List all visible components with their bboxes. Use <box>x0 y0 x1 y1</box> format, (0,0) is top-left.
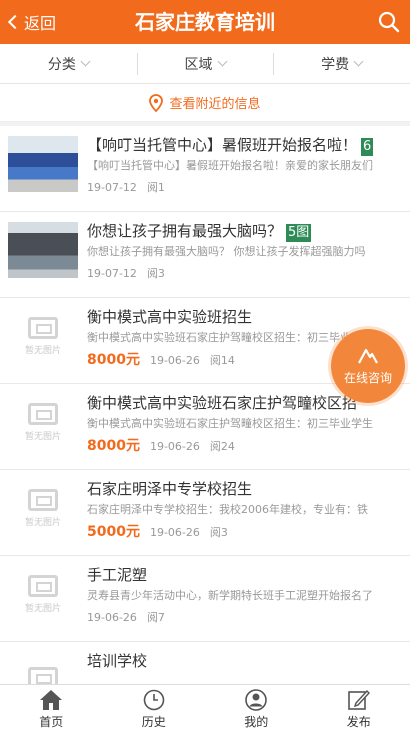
filter-label: 分类 <box>47 56 76 73</box>
item-date: 19-06-26 <box>149 526 200 539</box>
item-description: 石家庄明泽中专学校招生：我校2006年建校，专业有：铁 <box>87 503 368 516</box>
tab-label: 历史 <box>141 715 166 729</box>
item-date: 19-06-26 <box>149 440 200 453</box>
filter-category[interactable]: 分类 <box>0 44 137 83</box>
item-date: 19-07-12 <box>87 181 137 194</box>
tab-label: 我的 <box>244 715 269 729</box>
no-image-label: 暂无图片 <box>24 517 61 528</box>
photo-count-badge: 6 <box>361 138 374 156</box>
image-placeholder-icon <box>28 316 58 339</box>
item-description: 灵寿县青少年活动中心，新学期特长班手工泥塑开始报名了 <box>87 589 373 602</box>
item-title: 衡中模式高中实验班招生 <box>87 308 253 326</box>
image-placeholder-icon <box>28 488 58 511</box>
image-placeholder-icon <box>28 574 58 597</box>
consult-label: 在线咨询 <box>343 370 392 385</box>
no-image-label: 暂无图片 <box>24 603 61 614</box>
chevron-down-icon <box>217 56 227 67</box>
bottom-tab-bar: 首页 历史 我的 发布 <box>0 684 410 734</box>
item-views: 阅24 <box>209 440 235 453</box>
search-icon[interactable] <box>378 11 400 33</box>
home-icon <box>40 690 63 710</box>
item-price: 8000元 <box>87 352 140 368</box>
item-date: 19-07-12 <box>87 267 137 280</box>
tab-mine[interactable]: 我的 <box>205 685 308 734</box>
chevron-left-icon <box>7 14 23 30</box>
item-views: 阅14 <box>209 354 235 367</box>
item-title: 培训学校 <box>87 652 148 670</box>
item-date: 19-06-26 <box>149 354 200 367</box>
edit-icon <box>347 689 370 710</box>
item-thumbnail <box>8 136 78 192</box>
no-image-placeholder: 暂无图片 <box>8 480 78 536</box>
item-views: 阅1 <box>146 181 165 194</box>
list-item[interactable]: 暂无图片 石家庄明泽中专学校招生 石家庄明泽中专学校招生：我校2006年建校，专… <box>0 470 410 556</box>
item-meta: 19-07-12 阅1 <box>87 178 410 198</box>
list-item[interactable]: 你想让孩子拥有最强大脑吗？ 5图 你想让孩子拥有最强大脑吗？ 你想让孩子发挥超强脑… <box>0 212 410 298</box>
item-views: 阅7 <box>146 611 165 624</box>
item-meta: 19-06-26 阅7 <box>87 608 410 628</box>
no-image-placeholder: 暂无图片 <box>8 394 78 450</box>
no-image-label: 暂无图片 <box>24 345 61 356</box>
location-pin-icon <box>149 93 164 112</box>
item-meta: 19-07-12 阅3 <box>87 264 410 284</box>
back-label: 返回 <box>24 14 57 33</box>
tab-post[interactable]: 发布 <box>308 685 410 734</box>
tab-history[interactable]: 历史 <box>103 685 206 734</box>
item-description: 【响叮当托管中心】暑假班开始报名啦！亲爱的家长朋友们 <box>87 159 373 172</box>
item-price: 5000元 <box>87 524 140 540</box>
chevron-down-icon <box>353 56 364 67</box>
list-item[interactable]: 【响叮当托管中心】暑假班开始报名啦！ 6 【响叮当托管中心】暑假班开始报名啦！亲爱… <box>0 126 410 212</box>
no-image-placeholder: 暂无图片 <box>8 308 78 364</box>
filter-region[interactable]: 区域 <box>136 44 274 83</box>
tab-label: 首页 <box>39 715 64 729</box>
listing-list: 【响叮当托管中心】暑假班开始报名啦！ 6 【响叮当托管中心】暑假班开始报名啦！亲爱… <box>0 126 410 728</box>
nearby-label: 查看附近的信息 <box>169 97 261 112</box>
item-thumbnail <box>8 222 78 278</box>
filter-label: 学费 <box>321 56 350 73</box>
list-item[interactable]: 暂无图片 手工泥塑 灵寿县青少年活动中心，新学期特长班手工泥塑开始报名了 19-… <box>0 556 410 642</box>
header-bar: 返回 石家庄教育培训 <box>0 0 410 44</box>
tab-label: 发布 <box>346 715 371 729</box>
item-description: 衡中模式高中实验班石家庄护驾疃校区招生：初三毕业学生 <box>87 417 373 430</box>
filter-bar: 分类 区域 学费 <box>0 44 410 84</box>
item-meta: 8000元 19-06-26 阅24 <box>87 436 410 456</box>
chevron-down-icon <box>80 56 91 67</box>
item-views: 阅3 <box>146 267 165 280</box>
item-meta: 5000元 19-06-26 阅3 <box>87 522 410 542</box>
filter-tuition[interactable]: 学费 <box>273 44 410 83</box>
tab-home[interactable]: 首页 <box>0 685 103 734</box>
item-date: 19-06-26 <box>87 611 137 624</box>
item-price: 8000元 <box>87 438 140 454</box>
user-icon <box>245 689 268 711</box>
image-placeholder-icon <box>28 402 58 425</box>
item-title: 石家庄明泽中专学校招生 <box>87 480 253 498</box>
item-views: 阅3 <box>209 526 228 539</box>
photo-count-badge: 5图 <box>286 224 312 242</box>
nearby-link[interactable]: 查看附近的信息 <box>0 84 410 122</box>
online-consult-button[interactable]: 在线咨询 <box>331 329 405 403</box>
item-title: 你想让孩子拥有最强大脑吗？ 5图 <box>87 222 312 242</box>
back-button[interactable]: 返回 <box>6 0 56 44</box>
filter-label: 区域 <box>184 56 213 73</box>
chat-icon <box>358 348 378 364</box>
page-title: 石家庄教育培训 <box>135 10 275 34</box>
no-image-label: 暂无图片 <box>24 431 61 442</box>
item-title: 手工泥塑 <box>87 566 148 584</box>
clock-icon <box>143 689 165 711</box>
no-image-placeholder: 暂无图片 <box>8 566 78 622</box>
item-title: 【响叮当托管中心】暑假班开始报名啦！ 6 <box>87 136 374 156</box>
item-description: 你想让孩子拥有最强大脑吗？ 你想让孩子发挥超强脑力吗 <box>87 245 366 258</box>
